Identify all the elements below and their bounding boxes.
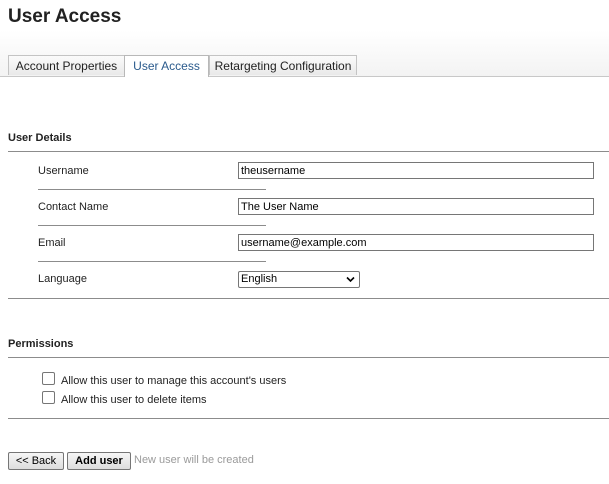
row-divider	[38, 225, 266, 226]
contact-name-label: Contact Name	[38, 201, 109, 213]
divider	[8, 418, 609, 419]
row-divider	[38, 261, 266, 262]
username-label: Username	[38, 165, 89, 177]
manage-users-label: Allow this user to manage this account's…	[61, 375, 287, 387]
tab-account-properties[interactable]: Account Properties	[8, 55, 125, 75]
tab-retargeting-configuration[interactable]: Retargeting Configuration	[209, 55, 357, 75]
delete-items-label: Allow this user to delete items	[61, 394, 207, 406]
page-title: User Access	[8, 6, 122, 27]
language-label: Language	[38, 273, 87, 285]
permissions-heading: Permissions	[8, 338, 74, 350]
username-field[interactable]	[238, 162, 594, 179]
chevron-down-icon	[346, 276, 355, 283]
delete-items-checkbox[interactable]	[42, 391, 55, 404]
page-header: User Access Account Properties User Acce…	[0, 0, 609, 77]
divider	[8, 357, 609, 358]
add-user-button[interactable]: Add user	[67, 452, 131, 470]
email-field[interactable]	[238, 234, 594, 251]
back-button[interactable]: << Back	[8, 452, 64, 470]
user-details-heading: User Details	[8, 132, 72, 144]
row-divider	[38, 189, 266, 190]
divider	[8, 298, 609, 299]
contact-name-field[interactable]	[238, 198, 594, 215]
email-label: Email	[38, 237, 66, 249]
divider	[8, 151, 609, 152]
language-selected-value: English	[241, 273, 278, 285]
tab-user-access[interactable]: User Access	[124, 55, 209, 77]
status-hint: New user will be created	[134, 454, 254, 466]
manage-users-checkbox[interactable]	[42, 372, 55, 385]
language-select[interactable]: English	[238, 271, 360, 288]
